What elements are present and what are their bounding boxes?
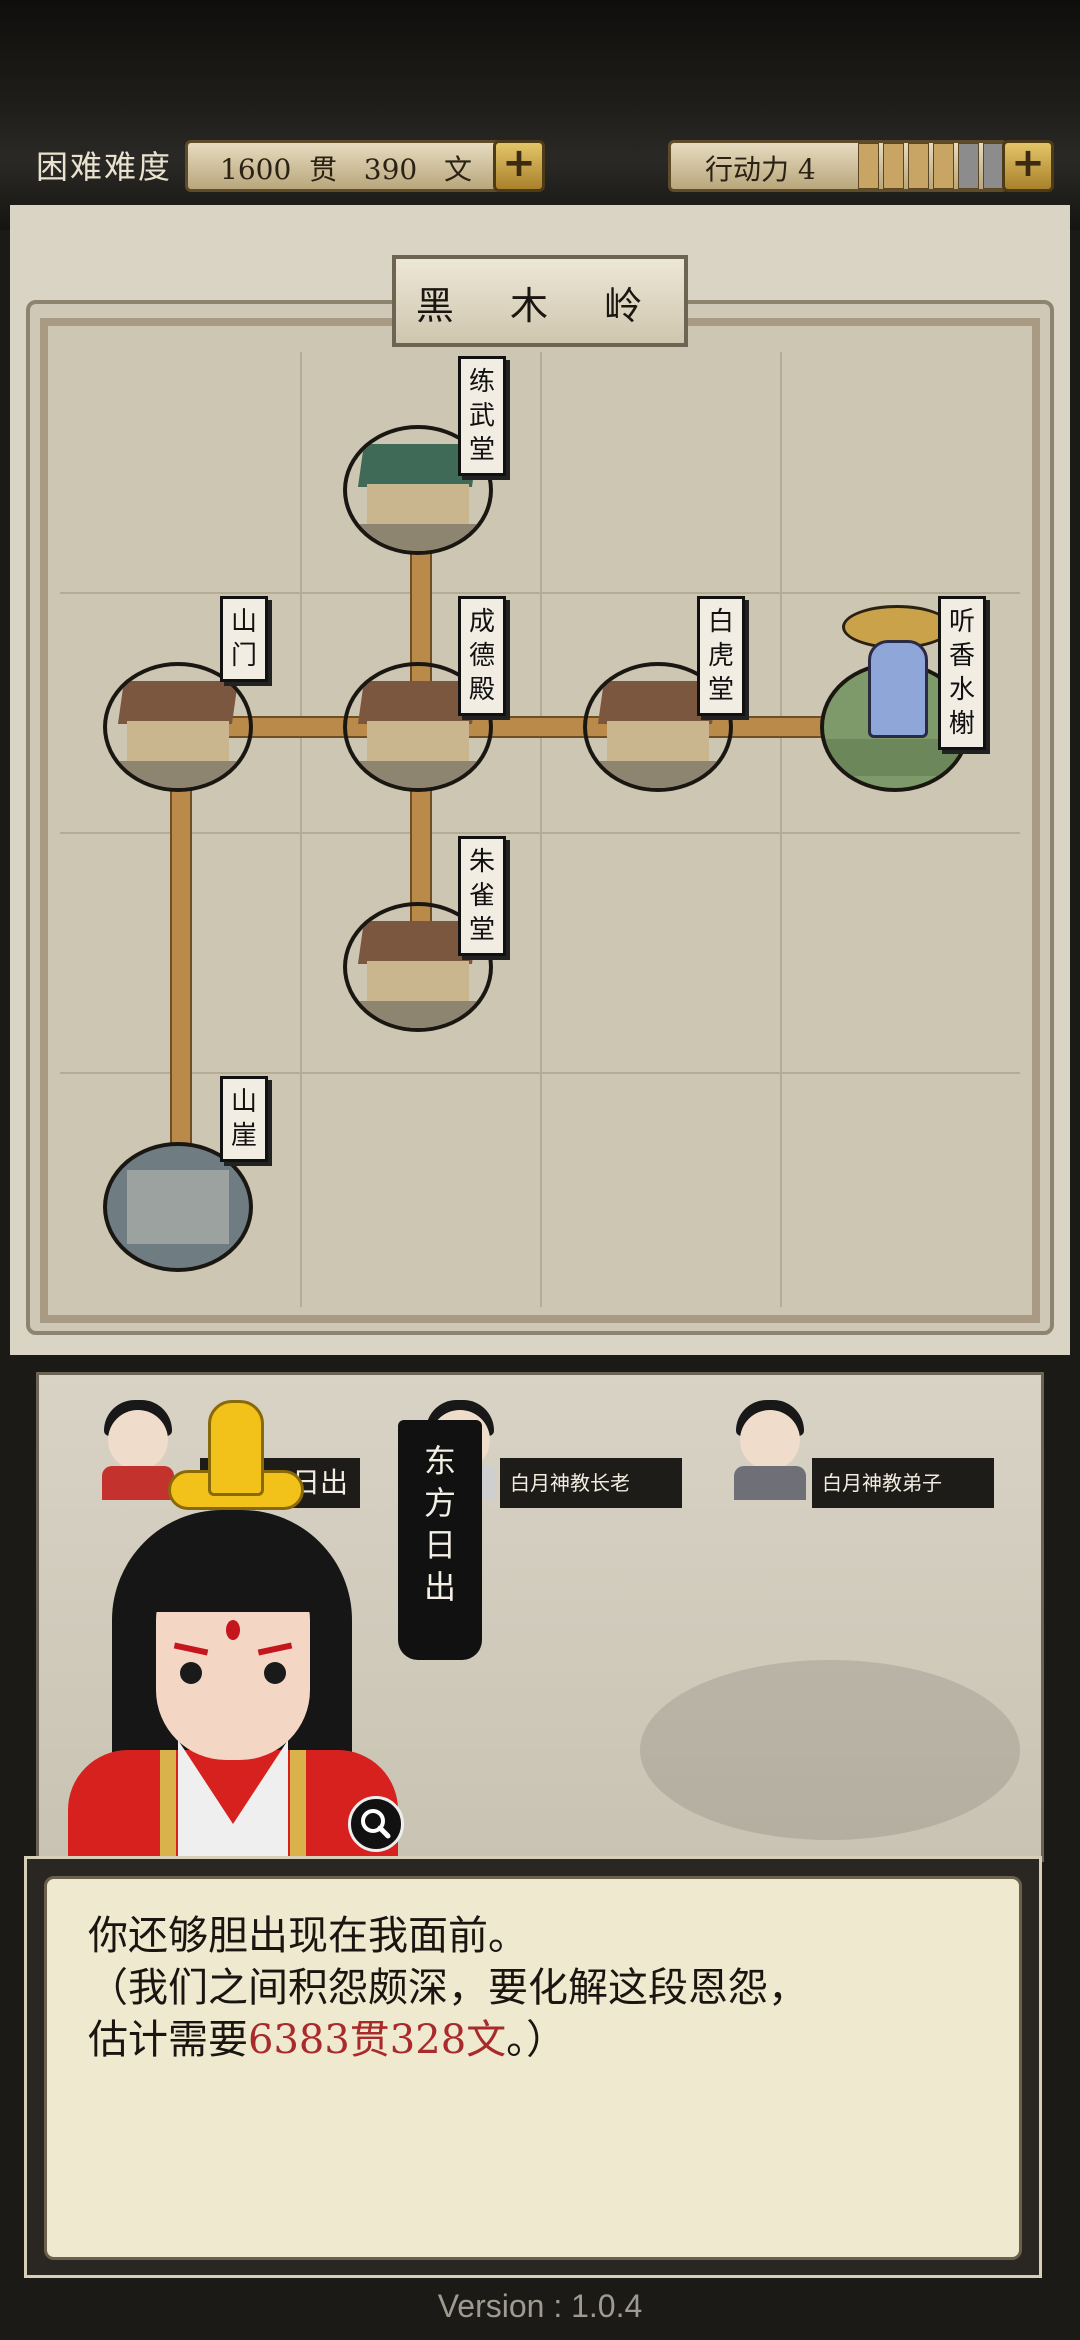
currency-guan-value: 1600 — [220, 153, 292, 186]
speaker-name: 东方日出 — [423, 1442, 456, 1606]
location-sign-zhuquetang: 朱雀堂 — [458, 836, 506, 956]
currency-wen-value: 390 — [363, 153, 418, 186]
action-point-segment — [908, 143, 929, 189]
dialog-line-2: （我们之间积怨颇深，要化解这段恩怨， — [88, 1965, 808, 2011]
npc-portrait-3[interactable] — [730, 1400, 810, 1500]
action-point-segment — [958, 143, 979, 189]
region-title: 黑 木 岭 — [415, 284, 665, 328]
action-point-segment — [883, 143, 904, 189]
dialog-text: 你还够胆出现在我面前。 （我们之间积怨颇深，要化解这段恩怨， 估计需要6383贯… — [88, 1910, 988, 2066]
location-sign-tingxiangshuixie: 听香水榭 — [938, 596, 986, 750]
dialog-line-3-suffix: 。） — [506, 2017, 567, 2063]
player-marker — [868, 640, 928, 738]
action-points-label: 行动力 4 — [705, 153, 816, 186]
grid-line — [300, 352, 302, 1307]
road — [175, 716, 835, 738]
grid-line — [780, 352, 782, 1307]
npc-name-3: 白月神教弟子 — [822, 1471, 942, 1495]
grid-line — [60, 1072, 1020, 1074]
plus-icon: + — [1011, 140, 1045, 186]
dialog-line-1: 你还够胆出现在我面前。 — [88, 1913, 528, 1959]
currency-text: 1600 贯 390 文 — [220, 148, 472, 188]
speaker-portrait — [68, 1400, 398, 1860]
currency-guan-unit: 贯 — [309, 153, 338, 186]
add-currency-button[interactable]: + — [493, 140, 545, 192]
magnifier-icon — [361, 1809, 391, 1839]
plus-icon: + — [502, 140, 536, 186]
top-bar — [0, 0, 1080, 230]
npc-name-2: 白月神教长老 — [510, 1471, 630, 1495]
location-sign-shanmen: 山门 — [220, 596, 268, 682]
location-sign-chengdedian: 成德殿 — [458, 596, 506, 716]
action-points-bar — [858, 143, 1004, 189]
npc-card-3[interactable]: 白月神教弟子 — [812, 1458, 994, 1508]
difficulty-label: 困难难度 — [36, 148, 173, 186]
grid-line — [60, 592, 1020, 594]
action-point-segment — [983, 143, 1004, 189]
ink-painting — [640, 1660, 1020, 1840]
add-action-points-button[interactable]: + — [1002, 140, 1054, 192]
grid-line — [540, 352, 542, 1307]
location-sign-baihutang: 白虎堂 — [697, 596, 745, 716]
currency-wen-unit: 文 — [443, 153, 472, 186]
action-point-segment — [933, 143, 954, 189]
zoom-portrait-button[interactable] — [348, 1796, 404, 1852]
location-sign-lianwutang: 练武堂 — [458, 356, 506, 476]
grid-line — [60, 832, 1020, 834]
version-label: Version : 1.0.4 — [437, 2288, 643, 2324]
npc-card-2[interactable]: 白月神教长老 — [500, 1458, 682, 1508]
dialog-line-3: 估计需要6383贯328文。） — [88, 2014, 988, 2066]
action-point-segment — [858, 143, 879, 189]
dialog-line-3-prefix: 估计需要 — [88, 2017, 248, 2063]
reconcile-cost: 6383贯328文 — [248, 2017, 507, 2063]
location-sign-shanya: 山崖 — [220, 1076, 268, 1162]
